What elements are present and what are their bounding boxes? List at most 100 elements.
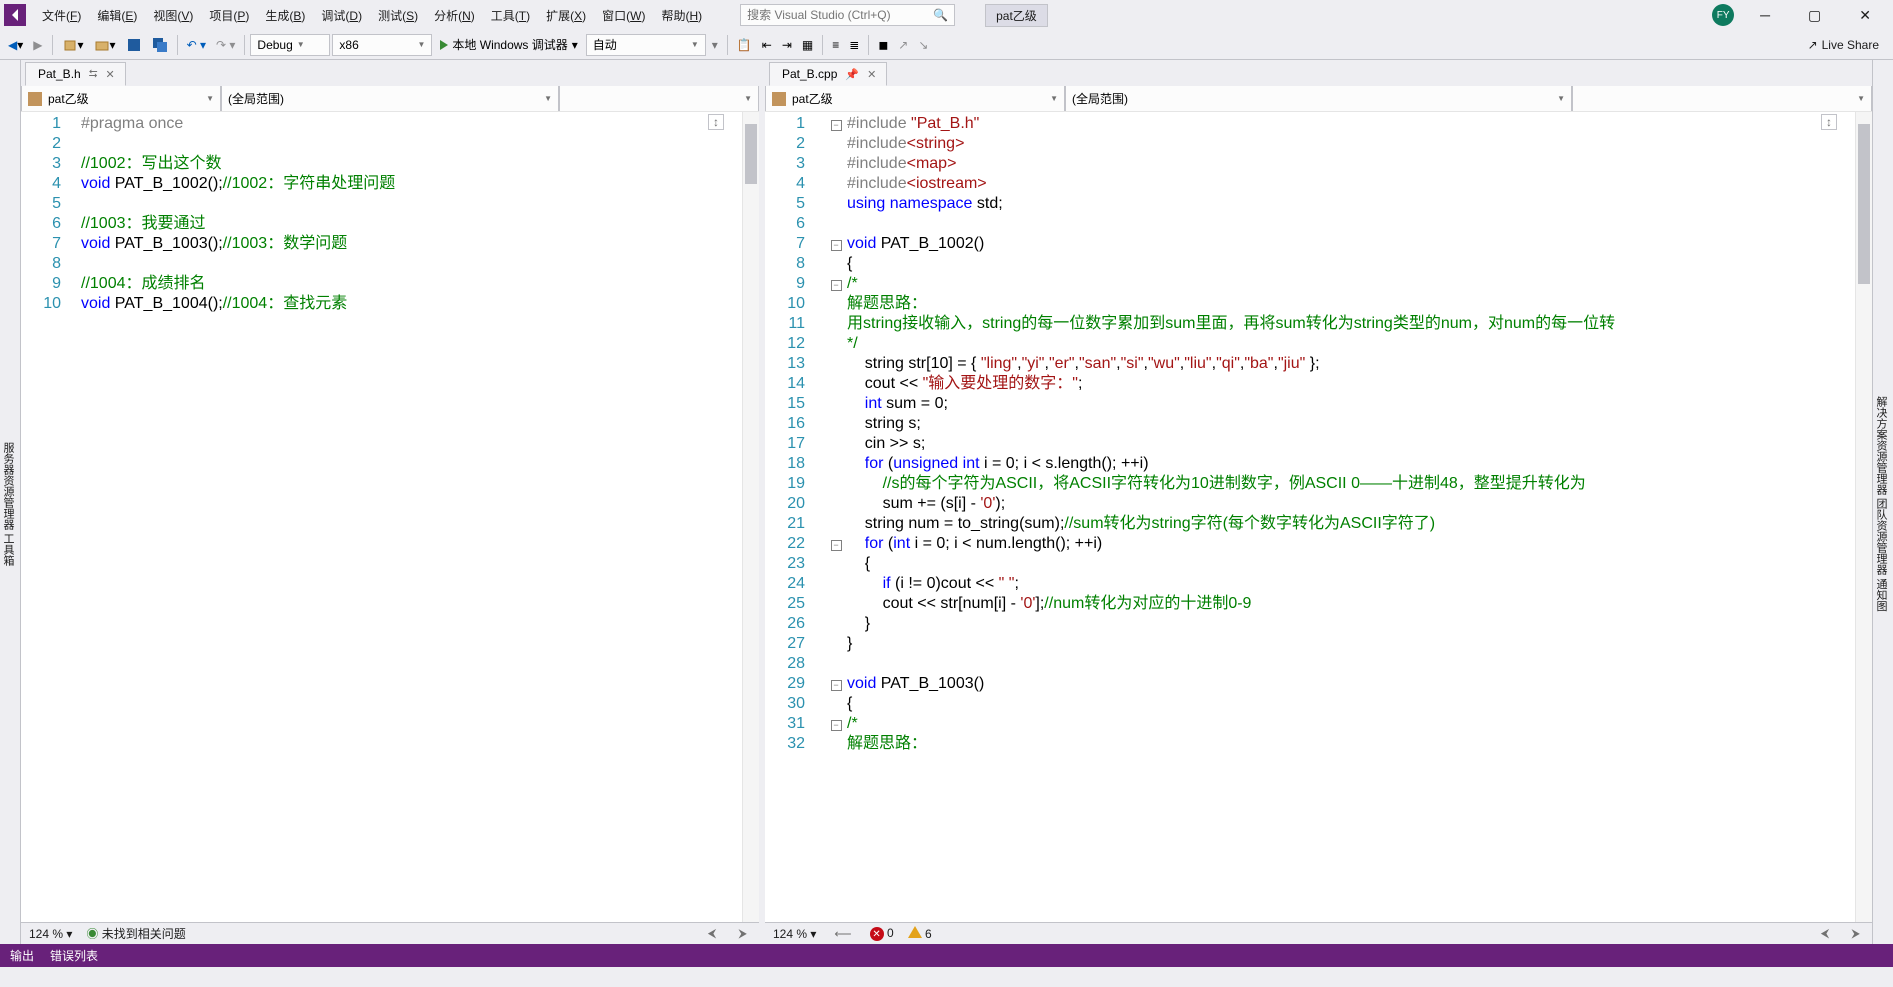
nav-back-button[interactable]: ◀ ▾ <box>4 36 27 54</box>
nav-first-icon[interactable]: ⟵ <box>830 927 855 941</box>
left-code-area[interactable]: 12345678910 ↕#pragma once //1002：写出这个数vo… <box>21 112 759 922</box>
search-box[interactable]: 🔍 <box>740 4 955 26</box>
right-scrollbar[interactable] <box>1855 112 1872 922</box>
menu-item[interactable]: 窗口(W) <box>594 3 653 28</box>
fold-toggle[interactable] <box>825 134 847 154</box>
fold-toggle[interactable] <box>825 374 847 394</box>
fold-toggle[interactable]: − <box>825 234 847 254</box>
close-window-button[interactable]: ✕ <box>1847 3 1883 28</box>
code-line[interactable]: //1003：我要通过 <box>81 214 742 234</box>
live-share-button[interactable]: ↗Live Share <box>1808 38 1889 52</box>
menu-item[interactable]: 工具(T) <box>483 3 538 28</box>
fold-toggle[interactable] <box>825 494 847 514</box>
maximize-button[interactable]: ▢ <box>1796 3 1833 28</box>
code-line[interactable]: #include<map> <box>847 154 1855 174</box>
auto-dropdown[interactable]: 自动▼ <box>586 34 706 56</box>
code-line[interactable]: using namespace std; <box>847 194 1855 214</box>
code-line[interactable]: string str[10] = { "ling","yi","er","san… <box>847 354 1855 374</box>
platform-dropdown[interactable]: x86▼ <box>332 34 432 56</box>
zoom-dropdown[interactable]: 124 % ▾ <box>773 927 816 941</box>
scope-combo[interactable]: (全局范围)▼ <box>221 86 559 111</box>
nav-fwd-button[interactable]: ▶ <box>29 36 46 54</box>
code-line[interactable]: cout << str[num[i] - '0'];//num转化为对应的十进制… <box>847 594 1855 614</box>
tb-icon9[interactable]: ↘ <box>914 36 932 54</box>
close-icon[interactable]: ✕ <box>106 68 115 81</box>
fold-toggle[interactable] <box>825 594 847 614</box>
menu-item[interactable]: 测试(S) <box>370 3 426 28</box>
pin-icon[interactable]: ⮀ <box>89 68 98 81</box>
fold-toggle[interactable] <box>825 514 847 534</box>
config-dropdown[interactable]: Debug▼ <box>250 34 330 56</box>
menu-item[interactable]: 调试(D) <box>313 3 370 28</box>
code-line[interactable]: void PAT_B_1004();//1004：查找元素 <box>81 294 742 314</box>
save-button[interactable] <box>122 35 146 55</box>
fold-toggle[interactable] <box>825 634 847 654</box>
fold-toggle[interactable]: − <box>825 534 847 554</box>
menu-item[interactable]: 生成(B) <box>257 3 313 28</box>
code-line[interactable]: for (unsigned int i = 0; i < s.length();… <box>847 454 1855 474</box>
fold-toggle[interactable] <box>825 354 847 374</box>
tb-icon1[interactable]: 📋 <box>733 36 756 54</box>
code-line[interactable]: void PAT_B_1003();//1003：数学问题 <box>81 234 742 254</box>
left-scrollbar[interactable] <box>742 112 759 922</box>
code-line[interactable] <box>81 134 742 154</box>
project-combo[interactable]: pat乙级▼ <box>21 86 221 111</box>
menu-item[interactable]: 帮助(H) <box>653 3 710 28</box>
code-line[interactable]: cout << "输入要处理的数字："; <box>847 374 1855 394</box>
code-line[interactable]: sum += (s[i] - '0'); <box>847 494 1855 514</box>
save-all-button[interactable] <box>148 35 172 55</box>
nav-left-icon[interactable]: ⮜ <box>704 926 721 941</box>
nav-left-icon[interactable]: ⮜ <box>1817 926 1834 941</box>
code-line[interactable]: #include<iostream> <box>847 174 1855 194</box>
fold-toggle[interactable]: − <box>825 674 847 694</box>
redo-button[interactable]: ↷ ▾ <box>212 36 239 54</box>
code-line[interactable]: 解题思路： <box>847 294 1855 314</box>
close-icon[interactable]: ✕ <box>867 68 876 81</box>
expand-icon[interactable]: ↕ <box>708 114 724 130</box>
code-line[interactable]: //1002：写出这个数 <box>81 154 742 174</box>
member-combo[interactable]: ▼ <box>1572 86 1872 111</box>
fold-toggle[interactable] <box>825 414 847 434</box>
code-line[interactable]: void PAT_B_1002();//1002：字符串处理问题 <box>81 174 742 194</box>
minimize-button[interactable]: ─ <box>1748 3 1782 27</box>
pin-icon[interactable]: 📌 <box>845 68 859 81</box>
fold-toggle[interactable]: − <box>825 114 847 134</box>
tb-icon3[interactable]: ⇥ <box>778 36 796 54</box>
code-line[interactable]: #include<string> <box>847 134 1855 154</box>
tb-icon6[interactable]: ≣ <box>845 36 863 54</box>
fold-toggle[interactable] <box>825 554 847 574</box>
code-line[interactable]: string s; <box>847 414 1855 434</box>
open-file-button[interactable]: ▾ <box>90 35 120 55</box>
fold-toggle[interactable] <box>825 394 847 414</box>
code-line[interactable]: */ <box>847 334 1855 354</box>
code-line[interactable]: //s的每个字符为ASCII，将ACSII字符转化为10进制数字，例ASCII … <box>847 474 1855 494</box>
code-line[interactable]: int sum = 0; <box>847 394 1855 414</box>
user-avatar[interactable]: FY <box>1712 4 1734 26</box>
menu-item[interactable]: 文件(F) <box>34 3 89 28</box>
menu-item[interactable]: 视图(V) <box>145 3 201 28</box>
tb-icon8[interactable]: ↗ <box>894 36 912 54</box>
error-list-tab[interactable]: 错误列表 <box>50 947 98 964</box>
code-line[interactable]: { <box>847 554 1855 574</box>
warning-count[interactable]: 6 <box>908 926 932 941</box>
right-side-strip[interactable]: 解决方案资源管理器 团队资源管理器 通知图 <box>1872 60 1893 944</box>
error-count[interactable]: ✕ 0 <box>870 926 894 942</box>
code-line[interactable]: cin >> s; <box>847 434 1855 454</box>
menu-item[interactable]: 分析(N) <box>426 3 483 28</box>
fold-toggle[interactable] <box>825 254 847 274</box>
output-tab[interactable]: 输出 <box>10 947 34 964</box>
fold-toggle[interactable] <box>825 454 847 474</box>
fold-toggle[interactable] <box>825 434 847 454</box>
code-line[interactable] <box>81 254 742 274</box>
code-line[interactable] <box>81 194 742 214</box>
code-line[interactable]: } <box>847 634 1855 654</box>
nav-right-icon[interactable]: ⮞ <box>734 926 751 941</box>
code-line[interactable]: 解题思路： <box>847 734 1855 754</box>
code-line[interactable] <box>847 214 1855 234</box>
code-line[interactable]: void PAT_B_1003() <box>847 674 1855 694</box>
tb-icon7[interactable]: ◼ <box>874 36 892 54</box>
project-combo[interactable]: pat乙级▼ <box>765 86 1065 111</box>
fold-toggle[interactable]: − <box>825 714 847 734</box>
fold-toggle[interactable] <box>825 474 847 494</box>
new-project-button[interactable]: ▾ <box>58 35 88 55</box>
